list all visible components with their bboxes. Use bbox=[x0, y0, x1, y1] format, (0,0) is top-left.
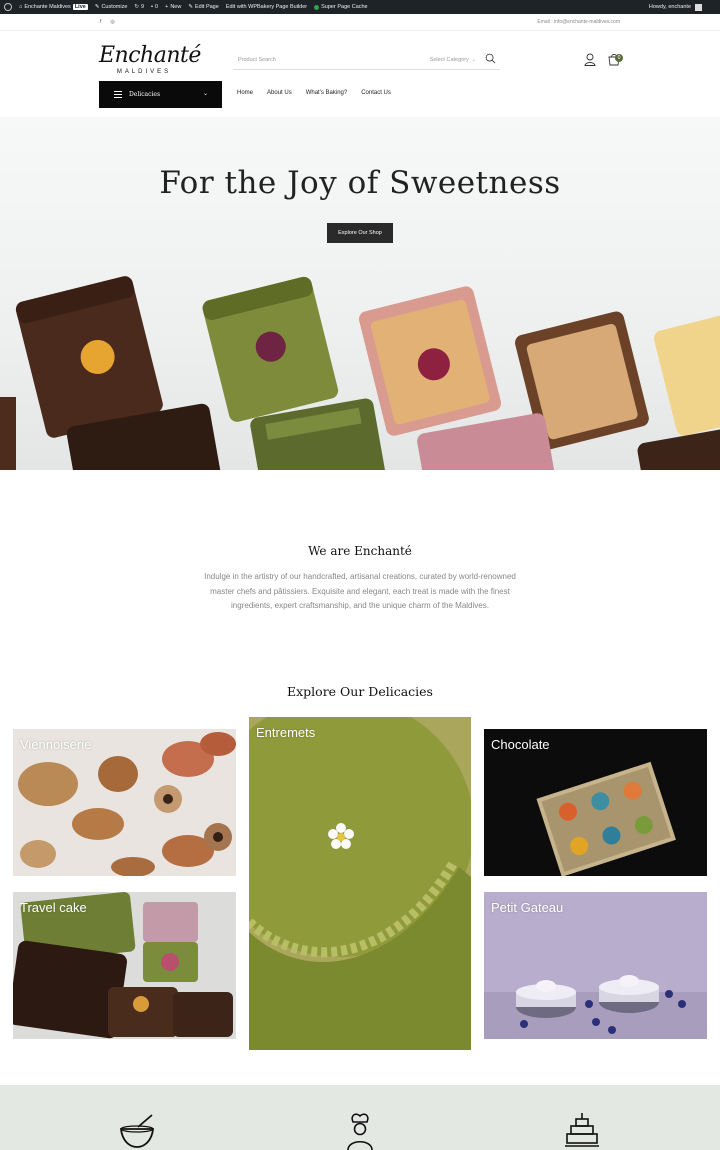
edit-page-link[interactable]: ✎ Edit Page bbox=[188, 4, 218, 10]
explore-shop-button[interactable]: Explore Our Shop bbox=[327, 223, 393, 243]
tiered-cake-icon bbox=[565, 1113, 599, 1147]
customize-label: Customize bbox=[101, 4, 128, 10]
updates-link[interactable]: ↻ 9 bbox=[134, 4, 144, 10]
avatar bbox=[695, 3, 702, 11]
product-search-bar: Product Search Select Category ⌄ bbox=[233, 52, 500, 70]
tile-label-entremets: Entremets bbox=[256, 725, 316, 740]
plus-icon: + bbox=[165, 4, 169, 10]
chevron-down-icon: ⌄ bbox=[202, 90, 208, 97]
wordpress-icon[interactable] bbox=[4, 3, 12, 11]
intro-paragraph: Indulge in the artistry of our handcraft… bbox=[204, 572, 516, 610]
logo-script: Enchanté bbox=[99, 43, 201, 68]
cart-count-badge: 0 bbox=[615, 54, 623, 62]
tile-label-petit-gateau: Petit Gateau bbox=[491, 900, 564, 915]
category-select[interactable]: Select Category ⌄ bbox=[430, 57, 476, 63]
site-logo[interactable]: Enchanté MALDIVES bbox=[99, 43, 201, 76]
edit-page-label: Edit Page bbox=[194, 4, 219, 10]
comments-link[interactable]: ▪ 0 bbox=[151, 4, 158, 10]
search-icon[interactable] bbox=[485, 53, 496, 64]
live-badge: Live bbox=[72, 4, 88, 10]
cache-label: Super Page Cache bbox=[321, 4, 368, 10]
nav-whats-baking[interactable]: What's Baking? bbox=[306, 90, 348, 96]
cloud-icon bbox=[314, 4, 320, 10]
top-info-bar: f ◎ Email : info@enchante-maldives.com bbox=[0, 14, 720, 31]
delicacies-menu-button[interactable]: Delicacies ⌄ bbox=[99, 81, 222, 108]
account-menu[interactable]: Howdy, enchante bbox=[649, 0, 702, 14]
edit-with-label: Edit with WPBakery Page Builder bbox=[225, 4, 308, 10]
intro-heading: We are Enchanté bbox=[308, 544, 412, 558]
comment-icon: ▪ bbox=[151, 4, 154, 10]
tile-chocolate[interactable]: Chocolate bbox=[484, 729, 707, 876]
tile-entremets[interactable]: Entremets bbox=[249, 717, 471, 1050]
site-name-link[interactable]: ⌂ Enchante Maldives Live bbox=[19, 4, 88, 10]
nav-home[interactable]: Home bbox=[237, 90, 253, 96]
instagram-icon[interactable]: ◎ bbox=[110, 19, 114, 25]
brush-icon: ✎ bbox=[94, 4, 100, 10]
comments-count: 0 bbox=[155, 4, 159, 10]
social-links: f ◎ bbox=[100, 19, 115, 25]
cache-link[interactable]: Super Page Cache bbox=[314, 4, 368, 10]
updates-count: 9 bbox=[141, 4, 145, 10]
tile-travel-cake[interactable]: Travel cake bbox=[13, 892, 236, 1039]
user-icon[interactable] bbox=[584, 53, 596, 66]
entremets-image bbox=[249, 717, 471, 1050]
logo-subtitle: MALDIVES bbox=[116, 69, 172, 75]
new-label: New bbox=[170, 4, 182, 10]
nav-contact-us[interactable]: Contact Us bbox=[361, 90, 391, 96]
edit-with-builder-link[interactable]: Edit with WPBakery Page Builder bbox=[226, 4, 307, 10]
chevron-down-icon: ⌄ bbox=[471, 57, 476, 63]
tile-label-chocolate: Chocolate bbox=[491, 737, 550, 752]
greeting-label: Howdy, enchante bbox=[648, 4, 691, 10]
menu-icon bbox=[114, 91, 122, 98]
home-icon: ⌂ bbox=[19, 4, 23, 10]
main-nav: Home About Us What's Baking? Contact Us bbox=[237, 90, 391, 96]
tile-label-viennoiserie: Viennoiserie bbox=[20, 737, 92, 752]
search-input[interactable]: Product Search bbox=[238, 57, 276, 63]
site-name-label: Enchante Maldives bbox=[24, 4, 71, 10]
hero-title: For the Joy of Sweetness bbox=[159, 165, 561, 201]
explore-heading: Explore Our Delicacies bbox=[287, 684, 433, 699]
category-select-label: Select Category bbox=[429, 57, 469, 63]
tile-viennoiserie[interactable]: Viennoiserie bbox=[13, 729, 236, 876]
delicacies-label: Delicacies bbox=[129, 91, 161, 98]
wp-admin-bar: ⌂ Enchante Maldives Live ✎ Customize ↻ 9… bbox=[0, 0, 720, 14]
features-band bbox=[0, 1085, 720, 1150]
tile-label-travel-cake: Travel cake bbox=[20, 900, 87, 915]
tile-petit-gateau[interactable]: Petit Gateau bbox=[484, 892, 707, 1039]
new-content-link[interactable]: + New bbox=[165, 4, 181, 10]
customize-link[interactable]: ✎ Customize bbox=[95, 4, 128, 10]
facebook-icon[interactable]: f bbox=[100, 19, 101, 25]
chef-icon bbox=[347, 1113, 373, 1150]
nav-about-us[interactable]: About Us bbox=[267, 90, 292, 96]
pencil-icon: ✎ bbox=[188, 4, 193, 10]
hero-banner: For the Joy of Sweetness Explore Our Sho… bbox=[0, 117, 720, 470]
refresh-icon: ↻ bbox=[134, 4, 140, 10]
mixing-bowl-icon bbox=[120, 1114, 154, 1148]
contact-email[interactable]: Email : info@enchante-maldives.com bbox=[537, 19, 620, 25]
